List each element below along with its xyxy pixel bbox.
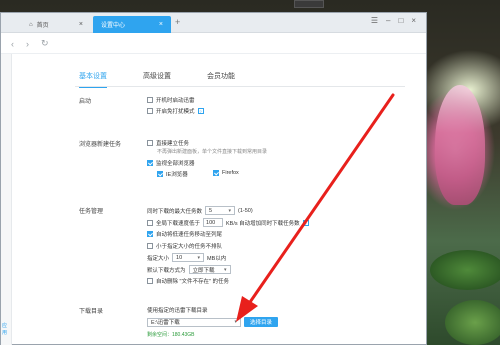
option-label: Firefox <box>222 170 239 176</box>
checkbox[interactable] <box>147 243 153 249</box>
checkbox[interactable] <box>147 160 153 166</box>
checkbox[interactable] <box>147 140 153 146</box>
section-startup: 启动 <box>79 99 92 105</box>
refresh-icon[interactable]: ↻ <box>41 38 49 49</box>
section-download-dir: 下载目录 <box>79 309 104 315</box>
speed-limit-suffix: KB/s 自动增加同时下载任务数 <box>226 220 300 227</box>
taskbar-thumbnail <box>294 0 324 8</box>
select-value: 立即下载 <box>192 267 215 274</box>
close-window-icon[interactable]: × <box>411 16 416 25</box>
download-dir-row: E:\迅雷下载 ▾ 选择目录 <box>147 317 279 327</box>
browser-window: ⌂ 首页 × 设置中心 × + ☰ – □ × ‹ › ↻ 应用 基本设置 高级… <box>0 12 427 345</box>
default-mode-row: 默认下载方式为 立即下载 ▾ <box>147 265 231 274</box>
chevron-down-icon: ▾ <box>224 266 227 273</box>
forward-icon[interactable]: › <box>26 39 29 49</box>
new-tab-button[interactable]: + <box>175 17 180 27</box>
option-label: 小于指定大小的任务不排队 <box>156 244 223 250</box>
checkbox[interactable] <box>157 171 163 177</box>
window-controls: ☰ – □ × <box>371 16 416 25</box>
chevron-down-icon: ▾ <box>228 207 232 214</box>
disk-free-text: 剩余空间：180.43GB <box>147 332 195 338</box>
checkbox[interactable] <box>147 219 153 226</box>
close-icon[interactable]: × <box>79 21 83 28</box>
max-tasks-label: 同时下载的最大任务数 <box>147 208 203 215</box>
back-icon[interactable]: ‹ <box>11 39 14 49</box>
checkbox-direct-create[interactable]: 直接建立任务 <box>147 139 189 147</box>
select-value: 5 <box>209 207 213 214</box>
option-label: 自动将低速任务移动至列尾 <box>156 232 223 238</box>
sidebar-stub-label[interactable]: 应用 <box>2 322 11 336</box>
checkbox[interactable] <box>213 170 219 176</box>
chevron-down-icon: ▾ <box>197 254 201 261</box>
choose-dir-button[interactable]: 选择目录 <box>244 317 279 327</box>
tab-settings[interactable]: 设置中心 × <box>93 16 171 33</box>
checkbox-auto-move[interactable]: 自动将低速任务移动至列尾 <box>147 230 222 238</box>
speed-limit-label: 全局下载速度低于 <box>156 220 201 227</box>
maximize-icon[interactable]: □ <box>398 16 403 25</box>
checkbox-auto-delete[interactable]: 自动删除 "文件不存在" 的任务 <box>147 277 229 285</box>
option-label: 开启免打扰模式 <box>156 109 195 115</box>
checkbox-small-file[interactable]: 小于指定大小的任务不排队 <box>147 242 222 250</box>
checkbox-dnd-mode[interactable]: 开启免打扰模式 ? <box>147 107 204 115</box>
speed-limit-row: 全局下载速度低于 100 KB/s 自动增加同时下载任务数 ? <box>147 218 309 227</box>
checkbox[interactable] <box>147 97 153 103</box>
use-common-dir-label: 使用指定的迅雷下载目录 <box>147 306 208 314</box>
default-mode-select[interactable]: 立即下载 ▾ <box>188 265 231 274</box>
lily-pad <box>445 300 500 345</box>
close-icon[interactable]: × <box>159 21 163 28</box>
option-label: 使用指定的迅雷下载目录 <box>147 308 208 314</box>
size-select[interactable]: 10 ▾ <box>172 253 205 262</box>
lily-pad <box>430 250 500 290</box>
skin-icon[interactable]: ☰ <box>371 16 378 25</box>
max-tasks-select[interactable]: 5 ▾ <box>205 206 236 215</box>
default-mode-label: 默认下载方式为 <box>147 267 186 274</box>
option-label: 自动删除 "文件不存在" 的任务 <box>156 279 229 285</box>
help-icon[interactable]: ? <box>302 219 309 226</box>
tab-label: 首页 <box>36 23 49 29</box>
divider <box>75 86 405 87</box>
nav-bar: ‹ › ↻ <box>1 34 426 54</box>
home-icon: ⌂ <box>29 21 33 28</box>
checkbox[interactable] <box>147 278 153 284</box>
select-value: E:\迅雷下载 <box>151 320 180 326</box>
section-browser-new-task: 浏览器新建任务 <box>79 142 122 148</box>
checkbox[interactable] <box>147 108 153 114</box>
tab-label: 设置中心 <box>101 23 126 29</box>
checkbox-firefox[interactable]: Firefox <box>213 170 239 176</box>
checkbox-monitor-all[interactable]: 监视全部浏览器 <box>147 159 195 167</box>
size-unit: MB以内 <box>207 255 227 262</box>
section-task-management: 任务管理 <box>79 209 104 215</box>
size-row: 指定大小 10 ▾ MB以内 <box>147 253 226 262</box>
checkbox-ie[interactable]: IE浏览器 <box>157 170 188 178</box>
download-path-select[interactable]: E:\迅雷下载 ▾ <box>147 317 241 327</box>
chevron-down-icon: ▾ <box>234 319 237 325</box>
option-label: 监视全部浏览器 <box>156 161 195 167</box>
minimize-icon[interactable]: – <box>386 16 390 25</box>
option-label: IE浏览器 <box>166 172 188 178</box>
lotus-flower <box>435 85 485 205</box>
checkbox-auto-start[interactable]: 开机时启动迅雷 <box>147 96 195 104</box>
tab-bar: ⌂ 首页 × 设置中心 × + ☰ – □ × <box>1 13 426 33</box>
size-label: 指定大小 <box>147 255 170 262</box>
max-tasks-row: 同时下载的最大任务数 5 ▾ (1-50) <box>147 206 253 215</box>
help-icon[interactable]: ? <box>197 108 204 114</box>
speed-limit-input[interactable]: 100 <box>203 218 224 227</box>
left-sidebar: 应用 <box>1 54 12 345</box>
option-label: 直接建立任务 <box>156 141 190 147</box>
max-tasks-range: (1-50) <box>238 207 253 214</box>
direct-create-note: 不再弹出新建面板，单个文件直接下载到常用目录 <box>157 149 268 155</box>
tab-home[interactable]: ⌂ 首页 × <box>21 16 91 33</box>
checkbox[interactable] <box>147 231 153 237</box>
select-value: 10 <box>176 254 183 261</box>
option-label: 开机时启动迅雷 <box>156 98 195 104</box>
